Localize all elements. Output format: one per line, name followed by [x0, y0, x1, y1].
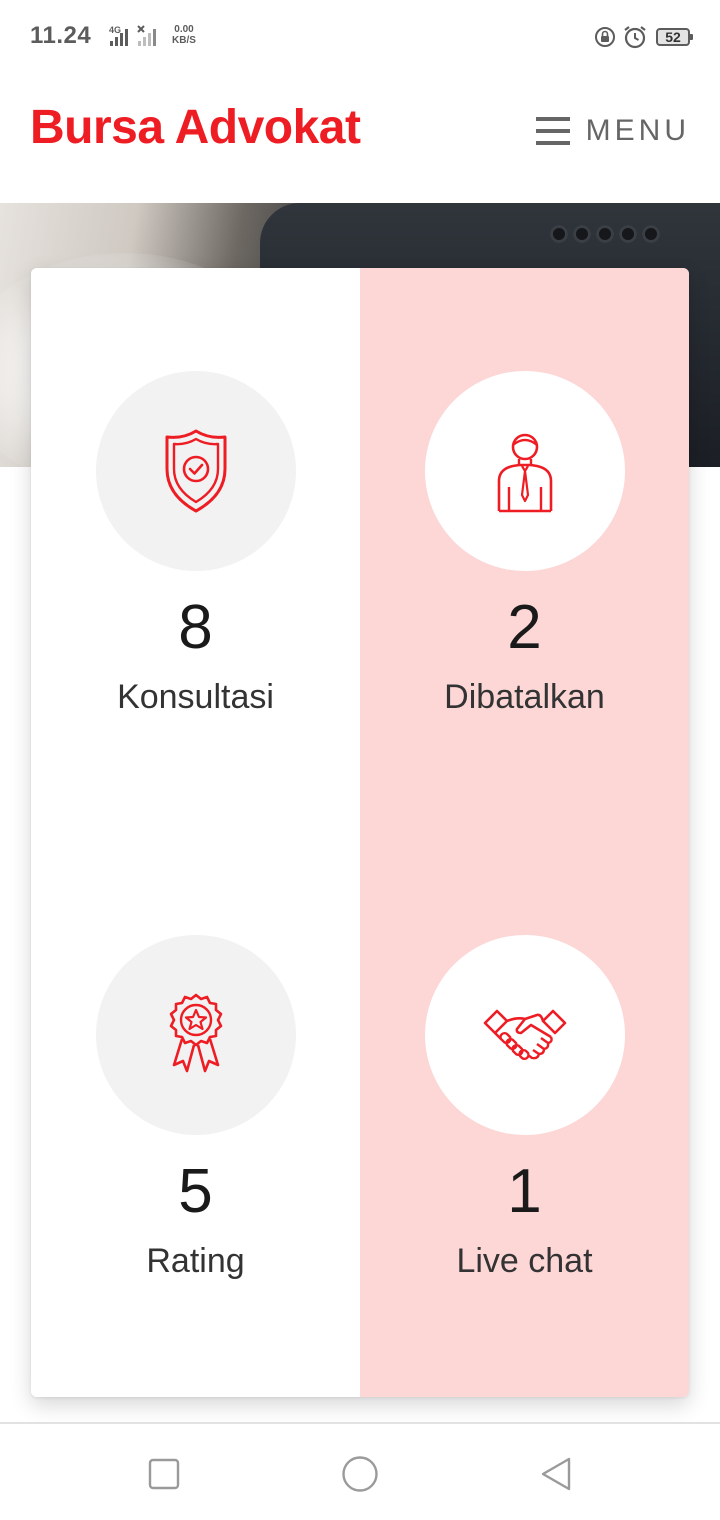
stat-value: 2 [507, 593, 542, 662]
stat-tile-live-chat[interactable]: 1 Live chat [360, 832, 689, 1396]
home-button[interactable] [340, 1454, 380, 1494]
stat-tile-dibatalkan[interactable]: 2 Dibatalkan [360, 268, 689, 832]
stat-icon-circle [96, 935, 296, 1135]
menu-label: MENU [585, 114, 690, 147]
stat-label: Dibatalkan [444, 678, 605, 716]
award-badge-icon [169, 993, 223, 1073]
handshake-icon [483, 1009, 567, 1061]
stat-value: 8 [178, 593, 213, 662]
brand-title[interactable]: Bursa Advokat [30, 100, 361, 155]
network-speed-value: 0.00 [174, 24, 194, 35]
shield-check-icon [165, 429, 227, 513]
lawyer-person-icon [497, 433, 553, 513]
status-time: 11.24 [30, 22, 92, 49]
stat-label: Rating [146, 1242, 245, 1280]
stat-icon-circle [96, 371, 296, 571]
battery-level: 52 [665, 29, 681, 45]
circle-icon [342, 1456, 378, 1492]
alarm-icon [624, 26, 646, 49]
stat-label: Live chat [456, 1242, 593, 1280]
stats-card: 8 Konsultasi 2 Dibatalkan 5 Rating 1 Liv… [31, 268, 689, 1397]
square-icon [148, 1458, 180, 1490]
hero-suit-buttons [550, 225, 660, 243]
stat-icon-circle [425, 935, 625, 1135]
stat-value: 5 [178, 1157, 213, 1226]
back-button[interactable] [536, 1454, 576, 1494]
stat-tile-rating[interactable]: 5 Rating [31, 832, 360, 1396]
stat-icon-circle [425, 371, 625, 571]
status-bar: 11.24 4G 0.00 KB/S 52 [0, 0, 720, 72]
stat-tile-konsultasi[interactable]: 8 Konsultasi [31, 268, 360, 832]
signal-icon: 4G [109, 25, 156, 46]
network-speed-unit: KB/S [172, 35, 196, 46]
network-type-label: 4G [109, 25, 121, 35]
system-nav-bar [0, 1422, 720, 1520]
recents-button[interactable] [144, 1454, 184, 1494]
network-speed: 0.00 KB/S [167, 24, 201, 46]
back-triangle-icon [541, 1457, 571, 1491]
stat-value: 1 [507, 1157, 542, 1226]
rotation-lock-icon [595, 27, 615, 47]
menu-button[interactable]: MENU [535, 112, 690, 150]
app-header: Bursa Advokat MENU [0, 72, 720, 203]
status-right-icons: 52 [594, 24, 693, 50]
battery-icon: 52 [656, 28, 693, 46]
hamburger-icon [535, 117, 570, 145]
stat-label: Konsultasi [117, 678, 274, 716]
